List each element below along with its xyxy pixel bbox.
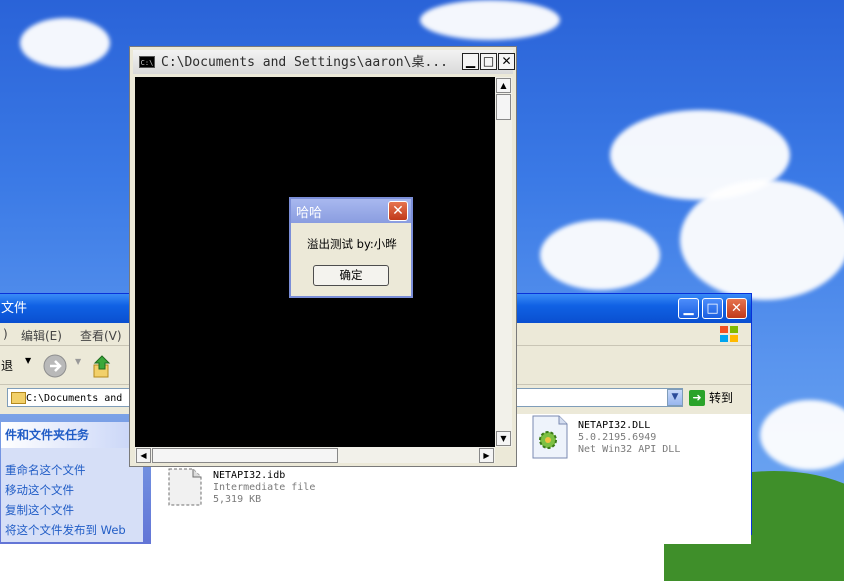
file-version: 5.0.2195.6949	[578, 432, 657, 443]
dll-gear-icon	[532, 415, 568, 459]
ok-button[interactable]: 确定	[313, 265, 389, 286]
console-minimize-button[interactable]: ▁	[462, 53, 479, 70]
generic-file-icon	[168, 468, 202, 506]
goto-arrow-icon: ➜	[689, 389, 705, 406]
message-box-titlebar[interactable]: 哈哈 ✕	[291, 199, 411, 223]
file-type: Intermediate file	[213, 482, 316, 493]
horizontal-scrollbar[interactable]: ◀ ▶	[135, 447, 495, 463]
console-titlebar[interactable]: C:\ C:\Documents and Settings\aaron\桌...…	[133, 50, 515, 74]
menu-edit[interactable]: 编辑(E)	[21, 327, 62, 344]
back-button-label[interactable]: 退	[1, 357, 13, 374]
scroll-right-button[interactable]: ▶	[479, 448, 494, 463]
address-text: C:\Documents and	[26, 393, 123, 404]
scroll-up-button[interactable]: ▲	[496, 78, 511, 93]
scroll-down-button[interactable]: ▼	[496, 431, 511, 446]
task-copy[interactable]: 复制这个文件	[5, 502, 74, 518]
file-name: NETAPI32.DLL	[578, 420, 651, 431]
file-description: Net Win32 API DLL	[578, 444, 681, 455]
message-box-title: 哈哈	[296, 206, 323, 221]
task-rename[interactable]: 重命名这个文件	[5, 462, 86, 478]
console-icon[interactable]: C:\	[139, 56, 155, 68]
console-title: C:\Documents and Settings\aaron\桌...	[161, 55, 448, 70]
console-close-button[interactable]: ✕	[498, 53, 515, 70]
task-publish[interactable]: 将这个文件发布到 Web	[5, 522, 126, 538]
message-box-dialog: 哈哈 ✕ 溢出测试 by:小晔 确定	[289, 197, 413, 298]
goto-button[interactable]: ➜ 转到	[689, 389, 733, 407]
maximize-button[interactable]: □	[702, 298, 723, 319]
close-button[interactable]: ✕	[726, 298, 747, 319]
address-dropdown-button[interactable]: ▼	[667, 389, 683, 406]
task-move[interactable]: 移动这个文件	[5, 482, 74, 498]
forward-dropdown-icon[interactable]: ▼	[75, 357, 81, 366]
message-box-close-button[interactable]: ✕	[388, 201, 408, 221]
console-maximize-button[interactable]: □	[480, 53, 497, 70]
file-size: 5,319 KB	[213, 494, 262, 505]
menu-partial[interactable]: )	[3, 327, 8, 341]
resize-grip-icon[interactable]	[495, 447, 512, 463]
menu-view[interactable]: 查看(V)	[80, 327, 122, 344]
vertical-scroll-thumb[interactable]	[496, 94, 511, 120]
back-dropdown-icon[interactable]: ▼	[25, 356, 31, 365]
task-header[interactable]: 件和文件夹任务	[1, 422, 143, 448]
file-tasks-box: 件和文件夹任务 重命名这个文件 移动这个文件 复制这个文件 将这个文件发布到 W…	[1, 422, 143, 542]
forward-icon[interactable]	[43, 354, 67, 378]
vertical-scrollbar[interactable]: ▲ ▼	[495, 77, 512, 447]
file-name: NETAPI32.idb	[213, 470, 286, 481]
message-text: 溢出测试 by:小晔	[307, 237, 397, 251]
minimize-button[interactable]: ▁	[678, 298, 699, 319]
explorer-title: 文件	[1, 301, 28, 316]
folder-icon	[11, 392, 26, 404]
horizontal-scroll-thumb[interactable]	[152, 448, 338, 463]
scroll-left-button[interactable]: ◀	[136, 448, 151, 463]
up-folder-icon[interactable]	[91, 353, 115, 379]
windows-logo-icon	[720, 326, 738, 342]
goto-label: 转到	[709, 391, 734, 405]
